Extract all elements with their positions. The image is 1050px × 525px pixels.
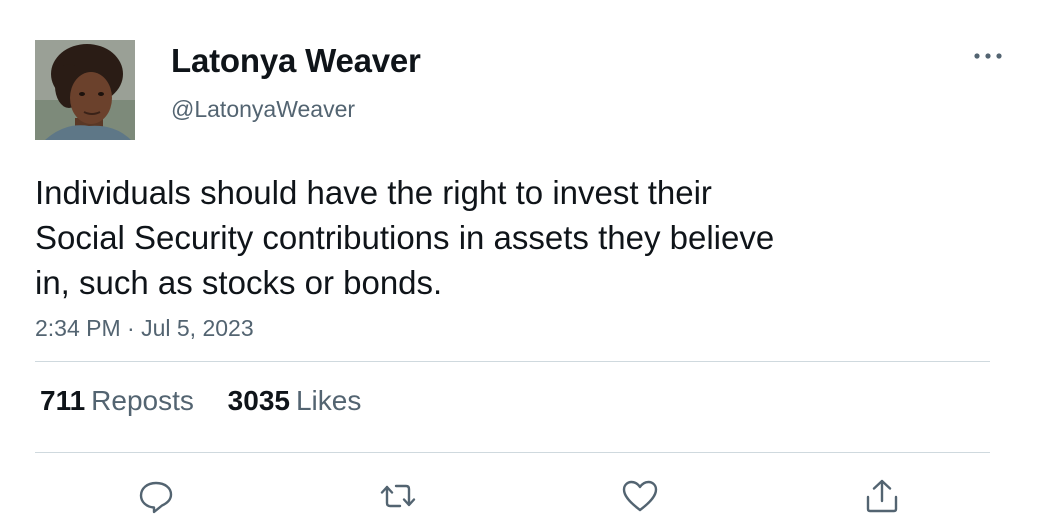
- author-handle[interactable]: @LatonyaWeaver: [171, 96, 355, 123]
- reposts-label: Reposts: [91, 385, 194, 416]
- repost-icon[interactable]: [378, 476, 418, 516]
- tweet-text-line: Individuals should have the right to inv…: [35, 174, 712, 211]
- tweet-text-line: in, such as stocks or bonds.: [35, 264, 443, 301]
- divider: [35, 452, 990, 453]
- divider: [35, 361, 990, 362]
- reposts-stat[interactable]: 711 Reposts: [40, 385, 194, 417]
- likes-count: 3035: [227, 385, 290, 416]
- tweet-text: Individuals should have the right to inv…: [35, 170, 865, 305]
- engagement-stats: 711 Reposts 3035 Likes: [40, 385, 387, 417]
- more-options-icon[interactable]: [970, 44, 1006, 68]
- reply-icon[interactable]: [136, 476, 176, 516]
- tweet-text-line: Social Security contributions in assets …: [35, 219, 775, 256]
- likes-stat[interactable]: 3035 Likes: [228, 385, 362, 417]
- like-icon[interactable]: [620, 476, 660, 516]
- author-display-name[interactable]: Latonya Weaver: [171, 42, 421, 80]
- reposts-count: 711: [40, 385, 86, 416]
- share-icon[interactable]: [862, 476, 902, 516]
- tweet-detail: Latonya Weaver @LatonyaWeaver Individual…: [0, 0, 1050, 525]
- avatar[interactable]: [35, 40, 135, 140]
- tweet-timestamp[interactable]: 2:34 PM · Jul 5, 2023: [35, 315, 254, 342]
- likes-label: Likes: [295, 385, 362, 416]
